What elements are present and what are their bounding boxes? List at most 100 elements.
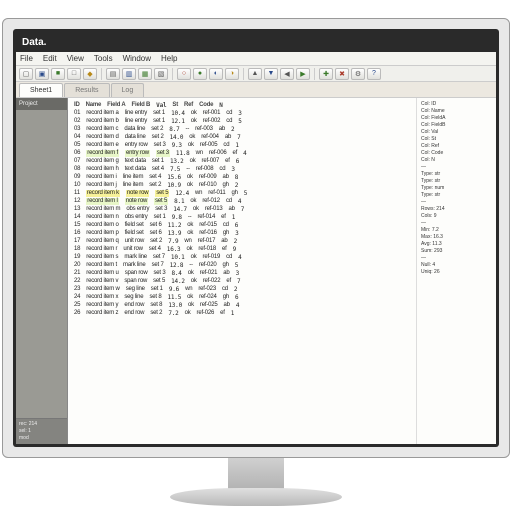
cell: set 6 xyxy=(150,222,162,229)
table-row[interactable]: 24record item xseg lineset 811.5okref-02… xyxy=(74,294,410,301)
cell: 19 xyxy=(74,254,80,261)
cell: ref-002 xyxy=(203,118,221,125)
cell: end row xyxy=(124,302,144,309)
cell: 6 xyxy=(236,158,239,165)
tab-log[interactable]: Log xyxy=(111,83,145,97)
cell: field set xyxy=(125,230,144,237)
table-row[interactable]: 10record item jline itemset 210.9okref-0… xyxy=(74,182,410,189)
toolbar-button[interactable]: ? xyxy=(367,68,381,80)
table-row[interactable]: 17record item qunit rowset 27.9wnref-017… xyxy=(74,238,410,245)
cell: ok xyxy=(187,294,193,301)
table-row[interactable]: 23record item wseg lineset 19.6wnref-023… xyxy=(74,286,410,293)
toolbar-button[interactable]: □ xyxy=(67,68,81,80)
toolbar-button[interactable]: ▥ xyxy=(122,68,136,80)
toolbar-button[interactable]: ○ xyxy=(177,68,191,80)
cell: -- xyxy=(186,126,190,133)
toolbar-button[interactable]: ◆ xyxy=(83,68,97,80)
menu-window[interactable]: Window xyxy=(123,54,151,63)
table-row[interactable]: 18record item runit rowset 416.3okref-01… xyxy=(74,246,410,253)
table-row[interactable]: 03record item cdata lineset 28.7--ref-00… xyxy=(74,126,410,133)
cell: ref-005 xyxy=(200,142,218,149)
toolbar-button[interactable]: ■ xyxy=(51,68,65,80)
cell: mark line xyxy=(123,262,146,269)
cell: wn xyxy=(195,190,202,197)
property-line: Min: 7.2 xyxy=(421,227,492,233)
column-header: Code xyxy=(199,102,213,109)
cell: ref-025 xyxy=(200,302,218,309)
cell: 13.0 xyxy=(168,302,182,309)
cell: 22 xyxy=(74,278,80,285)
table-row[interactable]: 26record item zend rowset 27.2okref-026e… xyxy=(74,310,410,317)
table-row[interactable]: 08record item htext dataset 47.5--ref-00… xyxy=(74,166,410,173)
cell: set 7 xyxy=(152,262,164,269)
property-line: Null: 4 xyxy=(421,262,492,268)
property-line: Type: str xyxy=(421,192,492,198)
cell: record item s xyxy=(86,254,118,261)
toolbar-button[interactable]: ▢ xyxy=(19,68,33,80)
property-line: Col: ID xyxy=(421,101,492,107)
table-row[interactable]: 12record item lnote rowset 58.1okref-012… xyxy=(74,198,410,205)
cell: 8.7 xyxy=(169,126,179,133)
toolbar-button[interactable]: ▼ xyxy=(264,68,278,80)
toolbar-button[interactable]: ◐ xyxy=(209,68,223,80)
cell: 12 xyxy=(74,198,80,205)
cell: 12.8 xyxy=(170,262,184,269)
menu-view[interactable]: View xyxy=(67,54,84,63)
table-row[interactable]: 13record item mobs entryset 314.7okref-0… xyxy=(74,206,410,213)
tab-sheet1[interactable]: Sheet1 xyxy=(19,83,63,97)
menu-tools[interactable]: Tools xyxy=(94,54,113,63)
table-row[interactable]: 09record item iline itemset 415.6okref-0… xyxy=(74,174,410,181)
toolbar-button[interactable]: ✚ xyxy=(319,68,333,80)
table-row[interactable]: 05record item eentry rowset 39.3okref-00… xyxy=(74,142,410,149)
table-row[interactable]: 20record item tmark lineset 712.8--ref-0… xyxy=(74,262,410,269)
table-row[interactable]: 04record item ddata lineset 214.0okref-0… xyxy=(74,134,410,141)
property-line: Col: Code xyxy=(421,150,492,156)
menu-edit[interactable]: Edit xyxy=(43,54,57,63)
cell: 10.9 xyxy=(167,182,181,189)
table-row[interactable]: 14record item nobs entryset 19.8--ref-01… xyxy=(74,214,410,221)
toolbar-button[interactable]: ▲ xyxy=(248,68,262,80)
cell: record item u xyxy=(86,270,118,277)
cell: wn xyxy=(196,150,203,157)
property-line: Uniq: 26 xyxy=(421,269,492,275)
tab-results[interactable]: Results xyxy=(64,83,109,97)
toolbar-button[interactable]: ● xyxy=(193,68,207,80)
table-row[interactable]: 15record item ofield setset 611.2okref-0… xyxy=(74,222,410,229)
cell: ef xyxy=(226,278,231,285)
cell: record item g xyxy=(86,158,118,165)
table-row[interactable]: 25record item yend rowset 813.0okref-025… xyxy=(74,302,410,309)
sidebar-body[interactable] xyxy=(16,110,67,418)
cell: ab xyxy=(222,174,228,181)
toolbar-button[interactable]: ✖ xyxy=(335,68,349,80)
table-row[interactable]: 21record item uspan rowset 38.4okref-021… xyxy=(74,270,410,277)
toolbar-button[interactable]: ▣ xyxy=(35,68,49,80)
toolbar-button[interactable]: ◑ xyxy=(225,68,239,80)
table-row[interactable]: 19record item smark lineset 710.1okref-0… xyxy=(74,254,410,261)
toolbar-button[interactable]: ▶ xyxy=(296,68,310,80)
cell: 5 xyxy=(238,118,241,125)
cell: 15 xyxy=(74,222,80,229)
table-row[interactable]: 22record item vspan rowset 514.2okref-02… xyxy=(74,278,410,285)
cell: ok xyxy=(188,270,194,277)
toolbar-button[interactable]: ▦ xyxy=(138,68,152,80)
cell: set 3 xyxy=(155,206,167,213)
toolbar-button[interactable]: ▧ xyxy=(154,68,168,80)
cell: 5 xyxy=(235,262,238,269)
toolbar-button[interactable]: ◀ xyxy=(280,68,294,80)
cell: cd xyxy=(226,254,232,261)
table-row[interactable]: 01record item aline entryset 110.4okref-… xyxy=(74,110,410,117)
toolbar-button[interactable]: ▤ xyxy=(106,68,120,80)
table-row[interactable]: 06record item fentry rowset 311.8wnref-0… xyxy=(74,150,410,157)
cell: record item j xyxy=(86,182,116,189)
cell: 06 xyxy=(74,150,80,157)
table-row[interactable]: 07record item gtext dataset 113.2okref-0… xyxy=(74,158,410,165)
menu-file[interactable]: File xyxy=(20,54,33,63)
cell: ok xyxy=(187,174,193,181)
toolbar-button[interactable]: ⚙ xyxy=(351,68,365,80)
cell: 24 xyxy=(74,294,80,301)
main-data-grid[interactable]: IDNameField AField BValStRefCodeN01recor… xyxy=(68,98,416,444)
menu-help[interactable]: Help xyxy=(161,54,177,63)
table-row[interactable]: 11record item knote rowset 512.4wnref-01… xyxy=(74,190,410,197)
table-row[interactable]: 16record item pfield setset 613.9okref-0… xyxy=(74,230,410,237)
table-row[interactable]: 02record item bline entryset 112.1okref-… xyxy=(74,118,410,125)
